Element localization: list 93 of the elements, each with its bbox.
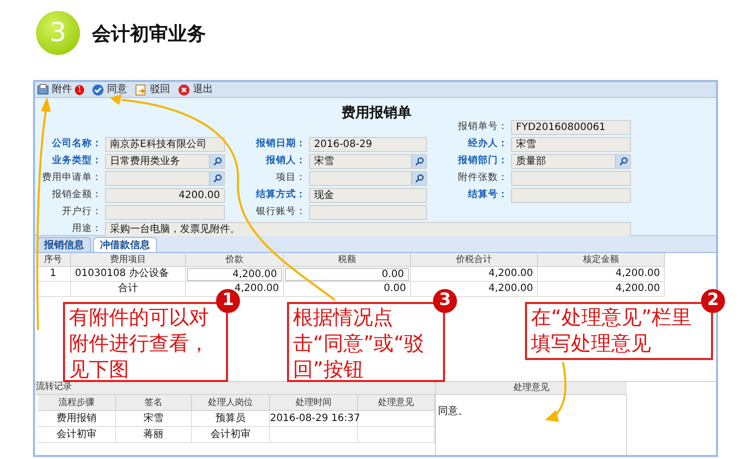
field-label: 业务类型： (51, 154, 102, 168)
table-cell: 0.00 (284, 282, 411, 297)
column-header: 核定金额 (538, 253, 665, 267)
table-cell: 4,200.00 (411, 267, 538, 282)
check-icon (92, 84, 104, 96)
field-value: 宋雪 (313, 154, 335, 169)
search-button[interactable] (411, 172, 426, 185)
input-field[interactable]: 南京苏E科技有限公司 (105, 137, 225, 152)
input-field[interactable] (511, 171, 631, 186)
tab[interactable]: 报销信息 (37, 237, 91, 252)
search-icon (212, 174, 222, 183)
input-field[interactable]: 日常费用类业务 (105, 154, 225, 169)
table-cell: 会计初审 (192, 427, 270, 443)
search-button[interactable] (615, 155, 630, 168)
field-label: 经办人： (467, 137, 508, 152)
search-icon (414, 174, 424, 183)
input-field[interactable] (105, 205, 225, 220)
field-label: 银行账号： (255, 205, 306, 220)
panel-header: 处理意见 (436, 382, 627, 395)
search-button[interactable] (209, 155, 224, 168)
opinion-textarea[interactable]: 同意。 (436, 395, 627, 455)
search-button[interactable] (411, 155, 426, 168)
column-header: 处理人岗位 (192, 395, 270, 411)
opinion-text: 同意。 (438, 406, 468, 417)
table-cell: 01030108 办公设备 (71, 267, 186, 282)
input-field[interactable]: 采购一台电脑，发票见附件。 (105, 222, 631, 237)
table-cell: 费用报销 (38, 411, 116, 427)
callout-text: 有附件的可以对附件进行查看，见下图 (69, 305, 209, 381)
input-field[interactable]: 2016-08-29 (309, 137, 427, 152)
table-cell: 合计 (71, 282, 186, 297)
column-header: 序号 (36, 253, 71, 267)
input-field[interactable] (309, 171, 427, 186)
toolbar-button[interactable]: 驳回 (135, 82, 170, 97)
field-label: 用途： (71, 222, 102, 236)
table-cell: 蒋丽 (116, 427, 192, 443)
step-badge: 3 (36, 11, 80, 55)
field-label: 报销部门： (456, 154, 508, 168)
toolbar-button[interactable]: 附件 1 (37, 82, 84, 97)
callout-text: 在“处理意见”栏里填写处理意见 (531, 305, 692, 355)
field-label: 报销金额： (51, 188, 102, 202)
field-label: 费用申请单： (41, 171, 102, 186)
field-label: 结算号： (467, 188, 508, 202)
table-cell: 预算员 (192, 411, 270, 427)
amount-input[interactable]: 0.00 (285, 268, 409, 280)
number-badge: 2 (701, 289, 725, 313)
field-label: 报销日期： (254, 137, 306, 152)
table-cell: 4,200.00 (538, 282, 665, 297)
section-title: 会计初审业务 (92, 22, 206, 47)
search-icon (414, 157, 424, 166)
table-cell: 1 (36, 267, 71, 282)
field-label: 报销单号： (457, 120, 508, 134)
toolbar-button[interactable]: 退出 (178, 82, 214, 97)
field-label: 项目： (275, 171, 306, 186)
field-label: 报销人： (264, 154, 306, 168)
input-field[interactable]: FYD20160800061 (511, 120, 631, 135)
input-field[interactable]: 宋雪 (309, 154, 427, 169)
callout-text: 根据情况点击“同意”或“驳回”按钮 (293, 305, 424, 381)
column-header: 价款 (186, 253, 284, 267)
field-label: 结算方式： (255, 188, 306, 202)
field-value: 日常费用类业务 (109, 154, 181, 169)
search-icon (618, 157, 628, 166)
input-field[interactable] (105, 171, 225, 186)
form-title: 费用报销单 (342, 105, 412, 121)
input-field[interactable]: 现金 (309, 188, 427, 203)
count-badge: 1 (75, 84, 84, 94)
tray-icon (37, 84, 49, 95)
input-field[interactable]: 宋雪 (511, 137, 631, 152)
column-header: 价税合计 (411, 253, 538, 267)
section-label: 流转记录 (35, 381, 72, 394)
column-header: 处理时间 (270, 395, 358, 411)
close-icon (178, 84, 190, 96)
table-cell: 宋雪 (116, 411, 192, 427)
field-label: 公司名称： (50, 137, 102, 152)
column-header: 签名 (116, 395, 192, 411)
field-value: 质量部 (515, 154, 547, 169)
column-header: 处理意见 (358, 395, 435, 411)
column-header: 费用项目 (71, 253, 186, 267)
table-cell: 4,200.00 (538, 267, 665, 282)
input-field[interactable] (309, 205, 427, 220)
search-icon (212, 157, 222, 166)
amount-input[interactable]: 4,200.00 (187, 268, 282, 280)
table-cell (36, 282, 71, 297)
field-label: 开户行： (61, 205, 102, 220)
tab[interactable]: 冲借款信息 (93, 237, 157, 252)
search-button[interactable] (209, 172, 224, 185)
field-label: 附件张数： (457, 171, 508, 186)
column-header: 税额 (284, 253, 411, 267)
input-field[interactable] (511, 188, 631, 203)
table-cell: 会计初审 (38, 427, 116, 443)
input-field[interactable]: 质量部 (511, 154, 631, 169)
table-cell: 2016-08-29 16:37 (270, 411, 358, 427)
column-header: 流程步骤 (38, 395, 116, 411)
input-field[interactable]: 4200.00 (105, 188, 225, 203)
